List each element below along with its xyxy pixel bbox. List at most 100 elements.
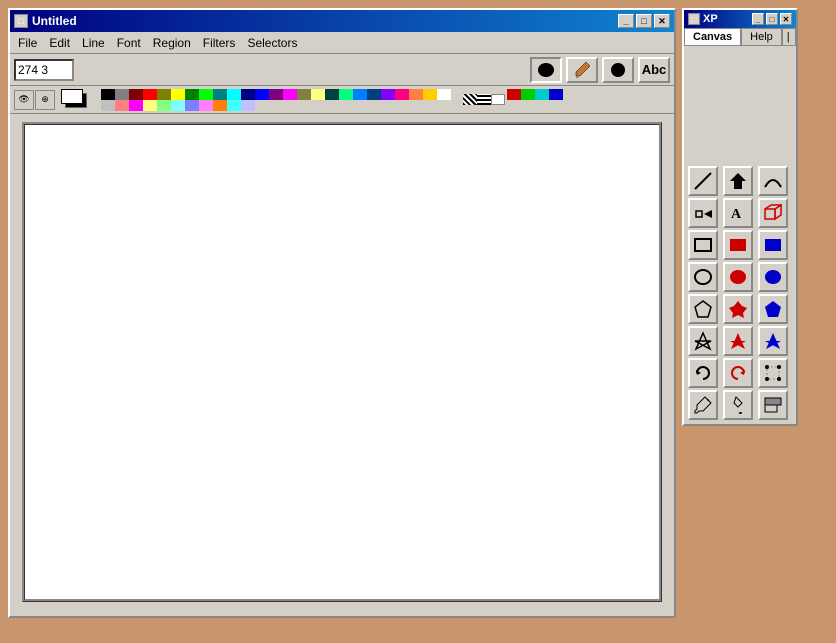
palette-tools: 👁 ⊕ — [14, 90, 55, 110]
color-swatch-9[interactable] — [227, 89, 241, 100]
color-swatch-18[interactable] — [353, 89, 367, 100]
color-swatch-22[interactable] — [409, 89, 423, 100]
color-swatch-25[interactable] — [101, 100, 115, 111]
color-swatch-20[interactable] — [381, 89, 395, 100]
menu-region[interactable]: Region — [147, 34, 197, 52]
main-window: □ Untitled _ □ ✕ File Edit Line Font Reg… — [8, 8, 676, 618]
distort-tool[interactable] — [758, 358, 788, 388]
color-swatch-26[interactable] — [115, 100, 129, 111]
color-swatch-33[interactable] — [213, 100, 227, 111]
color-swatch-35[interactable] — [241, 100, 255, 111]
target-tool-button[interactable]: ⊕ — [35, 90, 55, 110]
color-swatch-29[interactable] — [157, 100, 171, 111]
tab-help[interactable]: Help — [741, 28, 782, 45]
color-swatch-34[interactable] — [227, 100, 241, 111]
color-swatch-11[interactable] — [255, 89, 269, 100]
color-swatch-8[interactable] — [213, 89, 227, 100]
window-icon: □ — [14, 14, 28, 28]
pattern-swatch-1[interactable] — [463, 94, 477, 105]
extra-swatch-1[interactable] — [507, 89, 521, 100]
color-swatch-13[interactable] — [283, 89, 297, 100]
toolbox-window: □ XP _ □ ✕ Canvas Help | New Canvas New … — [682, 8, 798, 426]
arrow-tool[interactable] — [723, 166, 753, 196]
pattern-swatch-3[interactable] — [491, 94, 505, 105]
color-swatch-15[interactable] — [311, 89, 325, 100]
color-swatch-4[interactable] — [157, 89, 171, 100]
freehand-dotted-tool[interactable] — [758, 326, 788, 356]
color-swatch-7[interactable] — [199, 89, 213, 100]
flip-tool[interactable] — [723, 358, 753, 388]
tool-grid-container: A — [684, 162, 796, 424]
extra-swatches — [507, 89, 563, 111]
coord-input[interactable] — [14, 59, 74, 81]
color-swatch-2[interactable] — [129, 89, 143, 100]
color-swatch-30[interactable] — [171, 100, 185, 111]
transform-tool[interactable] — [688, 198, 718, 228]
color-swatch-32[interactable] — [199, 100, 213, 111]
color-swatch-19[interactable] — [367, 89, 381, 100]
color-swatch-10[interactable] — [241, 89, 255, 100]
menu-font[interactable]: Font — [111, 34, 147, 52]
pattern-swatch-2[interactable] — [477, 94, 491, 105]
color-swatch-5[interactable] — [171, 89, 185, 100]
toolbox-minimize-button[interactable]: _ — [752, 13, 764, 25]
toolbar: Abc — [10, 54, 674, 86]
color-swatch-31[interactable] — [185, 100, 199, 111]
line-tool[interactable] — [688, 166, 718, 196]
color-swatch-23[interactable] — [423, 89, 437, 100]
menu-selectors[interactable]: Selectors — [241, 34, 303, 52]
curve-tool[interactable] — [758, 166, 788, 196]
color-swatch-24[interactable] — [437, 89, 451, 100]
polygon-outline-tool[interactable] — [688, 294, 718, 324]
foreground-color-swatch — [61, 89, 83, 104]
color-swatch-16[interactable] — [325, 89, 339, 100]
color-swatch-3[interactable] — [143, 89, 157, 100]
color-swatch-6[interactable] — [185, 89, 199, 100]
tab-extra[interactable]: | — [782, 28, 796, 45]
3d-box-tool[interactable] — [758, 198, 788, 228]
menu-edit[interactable]: Edit — [43, 34, 76, 52]
brush-tool-button[interactable] — [566, 57, 598, 83]
color-swatch-0[interactable] — [101, 89, 115, 100]
color-swatch-28[interactable] — [143, 100, 157, 111]
fill-tool[interactable] — [723, 390, 753, 420]
color-swatch-21[interactable] — [395, 89, 409, 100]
color-swatch-17[interactable] — [339, 89, 353, 100]
menu-line[interactable]: Line — [76, 34, 111, 52]
oval-dotted-tool[interactable] — [758, 262, 788, 292]
rect-outline-tool[interactable] — [688, 230, 718, 260]
eye-tool-button[interactable]: 👁 — [14, 90, 34, 110]
maximize-button[interactable]: □ — [636, 14, 652, 28]
rect-dotted-tool[interactable] — [758, 230, 788, 260]
oval-outline-tool[interactable] — [688, 262, 718, 292]
freehand-outline-tool[interactable] — [688, 326, 718, 356]
palette-bar: 👁 ⊕ — [10, 86, 674, 114]
close-button[interactable]: ✕ — [654, 14, 670, 28]
polygon-filled-tool[interactable] — [723, 294, 753, 324]
dot-tool-button[interactable] — [602, 57, 634, 83]
text-tool-button[interactable]: Abc — [638, 57, 670, 83]
extra-swatch-2[interactable] — [521, 89, 535, 100]
color-swatch-27[interactable] — [129, 100, 143, 111]
eyedropper-tool[interactable] — [688, 390, 718, 420]
menu-file[interactable]: File — [12, 34, 43, 52]
menu-filters[interactable]: Filters — [197, 34, 242, 52]
erase-tool[interactable] — [758, 390, 788, 420]
drawing-canvas[interactable] — [22, 122, 662, 602]
freehand-filled-tool[interactable] — [723, 326, 753, 356]
toolbox-maximize-button[interactable]: □ — [766, 13, 778, 25]
text-insert-tool[interactable]: A — [723, 198, 753, 228]
color-swatch-14[interactable] — [297, 89, 311, 100]
color-swatch-1[interactable] — [115, 89, 129, 100]
color-swatch-12[interactable] — [269, 89, 283, 100]
rotate-tool[interactable] — [688, 358, 718, 388]
minimize-button[interactable]: _ — [618, 14, 634, 28]
toolbox-close-button[interactable]: ✕ — [780, 13, 792, 25]
extra-swatch-4[interactable] — [549, 89, 563, 100]
tab-canvas[interactable]: Canvas — [684, 28, 741, 45]
polygon-dotted-tool[interactable] — [758, 294, 788, 324]
rect-filled-tool[interactable] — [723, 230, 753, 260]
oval-filled-tool[interactable] — [723, 262, 753, 292]
extra-swatch-3[interactable] — [535, 89, 549, 100]
oval-fill-tool-button[interactable] — [530, 57, 562, 83]
